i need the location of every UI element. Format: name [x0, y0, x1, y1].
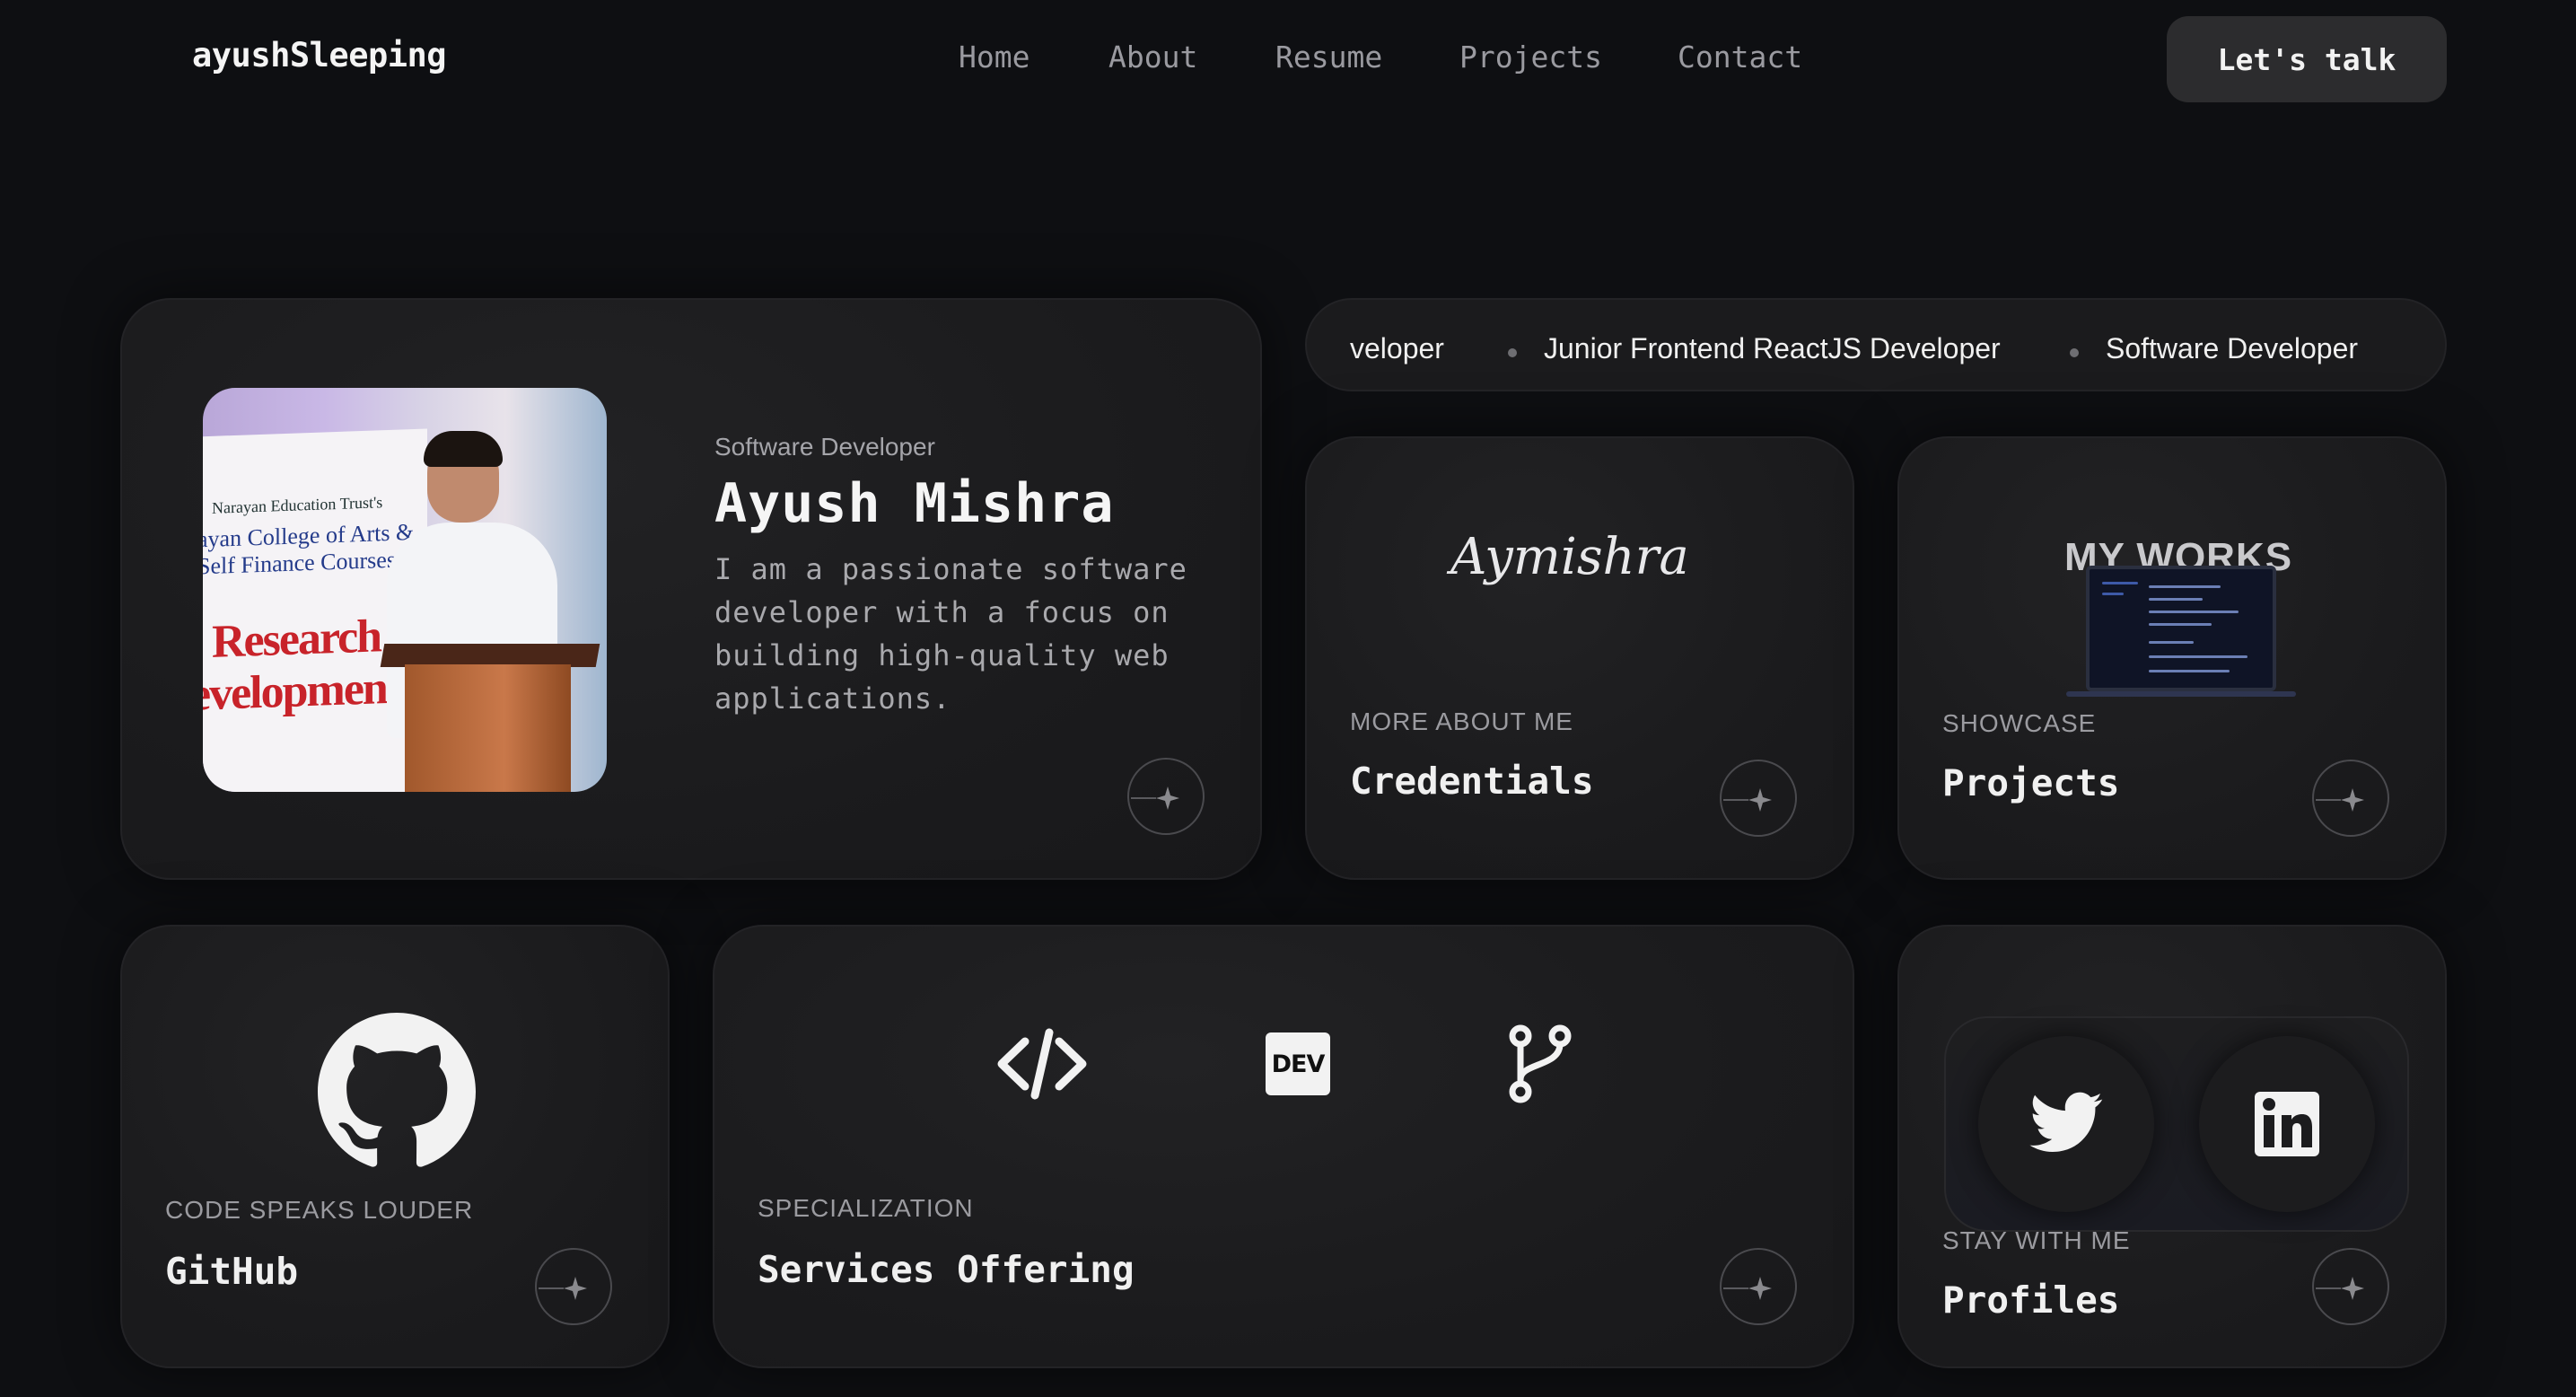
- dev-icon: DEV: [1266, 1032, 1330, 1095]
- laptop-image: [2086, 566, 2276, 691]
- nav-link-home[interactable]: Home: [959, 40, 1030, 75]
- sparkle-arrow-icon: [2316, 1277, 2364, 1300]
- git-branch-icon: [1504, 1024, 1576, 1108]
- credentials-go-button[interactable]: [1720, 760, 1797, 837]
- github-card[interactable]: CODE SPEAKS LOUDER GitHub: [120, 925, 670, 1368]
- role-marquee: veloper Junior Frontend ReactJS Develope…: [1305, 298, 2447, 391]
- services-card[interactable]: DEV SPECIALIZATION Services Offering: [713, 925, 1854, 1368]
- twitter-icon: [2029, 1092, 2103, 1152]
- profile-photo: Narayan Education Trust's ayan College o…: [203, 388, 607, 792]
- hero-role: Software Developer: [714, 433, 935, 461]
- github-go-button[interactable]: [535, 1248, 612, 1325]
- sparkle-arrow-icon: [1723, 1277, 1772, 1300]
- credentials-title: Credentials: [1350, 760, 1594, 803]
- banner-text: Self Finance Courses: [203, 546, 396, 580]
- profiles-eyebrow: STAY WITH ME: [1942, 1226, 2131, 1254]
- credentials-card[interactable]: Aymishra MORE ABOUT ME Credentials: [1305, 436, 1854, 880]
- marquee-item: Software Developer: [2106, 332, 2359, 365]
- linkedin-icon: [2255, 1092, 2319, 1156]
- sparkle-arrow-icon: [2316, 788, 2364, 812]
- credentials-eyebrow: MORE ABOUT ME: [1350, 707, 1573, 735]
- sparkle-arrow-icon: [539, 1277, 587, 1300]
- profiles-go-button[interactable]: [2312, 1248, 2389, 1325]
- services-title: Services Offering: [758, 1248, 1135, 1291]
- marquee-item: veloper: [1350, 332, 1444, 365]
- linkedin-link[interactable]: [2199, 1036, 2375, 1212]
- banner-text: evelopmen: [203, 663, 387, 721]
- github-eyebrow: CODE SPEAKS LOUDER: [165, 1196, 474, 1224]
- marquee-dot: [1508, 348, 1517, 357]
- profiles-card[interactable]: STAY WITH ME Profiles: [1897, 925, 2447, 1368]
- twitter-link[interactable]: [1978, 1036, 2154, 1212]
- lets-talk-button[interactable]: Let's talk: [2167, 16, 2447, 102]
- person-hair: [424, 431, 503, 467]
- nav-link-about[interactable]: About: [1108, 40, 1197, 75]
- services-go-button[interactable]: [1720, 1248, 1797, 1325]
- social-panel: [1944, 1016, 2409, 1232]
- github-title: GitHub: [165, 1250, 299, 1293]
- projects-go-button[interactable]: [2312, 760, 2389, 837]
- hero-card: Narayan Education Trust's ayan College o…: [120, 298, 1262, 880]
- projects-eyebrow: SHOWCASE: [1942, 709, 2097, 737]
- marquee-item: Junior Frontend ReactJS Developer: [1544, 332, 2001, 365]
- hero-bio: I am a passionate software developer wit…: [714, 552, 1187, 716]
- projects-title: Projects: [1942, 761, 2120, 804]
- nav-link-contact[interactable]: Contact: [1678, 40, 1802, 75]
- podium: [405, 664, 571, 792]
- sparkle-arrow-icon: [1131, 786, 1179, 810]
- dev-badge-text: DEV: [1271, 1050, 1326, 1078]
- banner-text: Narayan Education Trust's: [212, 493, 383, 517]
- services-eyebrow: SPECIALIZATION: [758, 1194, 974, 1222]
- top-nav: ayushSleeping Home About Resume Projects…: [0, 0, 2576, 119]
- sparkle-arrow-icon: [1723, 788, 1772, 812]
- hero-go-button[interactable]: [1127, 758, 1205, 835]
- brand-logo[interactable]: ayushSleeping: [192, 36, 447, 75]
- github-icon: [318, 1013, 476, 1174]
- signature-image: Aymishra: [1450, 528, 1689, 586]
- code-icon: [994, 1025, 1090, 1106]
- projects-card[interactable]: MY WORKS SHOWCASE Projects: [1897, 436, 2447, 880]
- banner-text: Research: [212, 611, 381, 668]
- profiles-title: Profiles: [1942, 1278, 2120, 1322]
- marquee-dot: [2070, 348, 2079, 357]
- laptop-base: [2066, 691, 2296, 697]
- hero-name: Ayush Mishra: [714, 472, 1115, 535]
- nav-link-resume[interactable]: Resume: [1275, 40, 1382, 75]
- nav-link-projects[interactable]: Projects: [1459, 40, 1602, 75]
